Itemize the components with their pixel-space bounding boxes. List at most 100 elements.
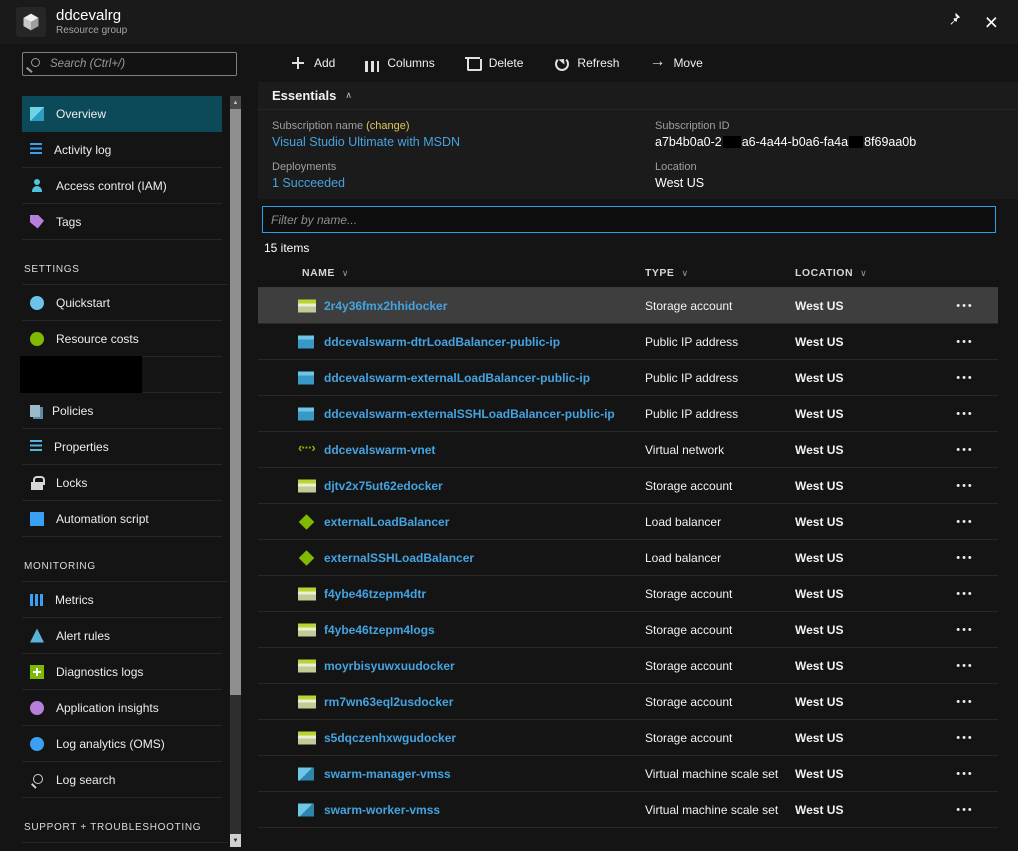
row-context-menu-button[interactable]: [948, 408, 982, 420]
column-header-type[interactable]: TYPE: [645, 267, 689, 279]
scroll-up-button[interactable]: [230, 96, 241, 109]
table-row[interactable]: rm7wn63eql2usdockerStorage accountWest U…: [258, 684, 998, 720]
subscription-id-text: a7b4b0a0-2: [655, 135, 722, 149]
row-context-menu-button[interactable]: [948, 588, 982, 600]
resource-name-link[interactable]: ddcevalswarm-dtrLoadBalancer-public-ip: [324, 335, 560, 349]
table-row[interactable]: externalLoadBalancerLoad balancerWest US: [258, 504, 998, 540]
sidebar-item-alert-rules[interactable]: Alert rules: [22, 618, 222, 654]
sidebar-item-log-analytics-oms[interactable]: Log analytics (OMS): [22, 726, 222, 762]
resource-name-link[interactable]: f4ybe46tzepm4dtr: [324, 587, 426, 601]
sidebar-item-resource-costs[interactable]: Resource costs: [22, 321, 222, 357]
location-label: Location: [655, 160, 916, 175]
sidebar-item-diagnostics-logs[interactable]: Diagnostics logs: [22, 654, 222, 690]
subscription-name-link[interactable]: Visual Studio Ultimate with MSDN: [272, 134, 460, 151]
essentials-toggle[interactable]: Essentials: [258, 82, 1018, 110]
add-button[interactable]: Add: [290, 55, 335, 71]
change-link[interactable]: (change): [366, 120, 409, 132]
table-row[interactable]: f4ybe46tzepm4logsStorage accountWest US: [258, 612, 998, 648]
search-input[interactable]: [22, 52, 237, 76]
column-header-location[interactable]: LOCATION: [795, 267, 867, 279]
table-row[interactable]: s5dqczenhxwgudockerStorage accountWest U…: [258, 720, 998, 756]
sidebar-item-tags[interactable]: Tags: [22, 204, 222, 240]
sidebar-item-automation-script[interactable]: Automation script: [22, 501, 222, 537]
sidebar-item-quickstart[interactable]: Quickstart: [22, 285, 222, 321]
row-context-menu-button[interactable]: [948, 372, 982, 384]
resource-location: West US: [795, 803, 843, 817]
row-context-menu-button[interactable]: [948, 768, 982, 780]
table-row[interactable]: ddcevalswarm-vnetVirtual networkWest US: [258, 432, 998, 468]
row-context-menu-button[interactable]: [948, 660, 982, 672]
table-row[interactable]: swarm-manager-vmssVirtual machine scale …: [258, 756, 998, 792]
table-row[interactable]: f4ybe46tzepm4dtrStorage accountWest US: [258, 576, 998, 612]
table-row[interactable]: ddcevalswarm-dtrLoadBalancer-public-ipPu…: [258, 324, 998, 360]
scroll-down-button[interactable]: [230, 834, 241, 847]
load-balancer-icon: [299, 550, 315, 566]
toolbar: Add Columns Delete Refresh Move: [258, 44, 703, 82]
sidebar-item-policies[interactable]: Policies: [22, 393, 222, 429]
resource-name-link[interactable]: externalLoadBalancer: [324, 515, 449, 529]
resource-name-link[interactable]: s5dqczenhxwgudocker: [324, 731, 456, 745]
resource-name-link[interactable]: ddcevalswarm-vnet: [324, 443, 435, 457]
resource-name-link[interactable]: moyrbisyuwxuudocker: [324, 659, 455, 673]
scrollbar-thumb[interactable]: [230, 109, 241, 695]
sidebar-item-access-control-iam[interactable]: Access control (IAM): [22, 168, 222, 204]
table-row[interactable]: externalSSHLoadBalancerLoad balancerWest…: [258, 540, 998, 576]
move-button[interactable]: Move: [649, 55, 702, 71]
resource-group-cube-icon: [16, 7, 46, 37]
sidebar-item-label: Tags: [56, 215, 81, 229]
resource-location: West US: [795, 515, 843, 529]
row-context-menu-button[interactable]: [948, 696, 982, 708]
row-context-menu-button[interactable]: [948, 624, 982, 636]
toolbar-button-label: Delete: [489, 56, 524, 70]
deployments-link[interactable]: 1 Succeeded: [272, 175, 460, 192]
table-row[interactable]: moyrbisyuwxuudockerStorage accountWest U…: [258, 648, 998, 684]
columns-button[interactable]: Columns: [365, 56, 434, 70]
row-context-menu-button[interactable]: [948, 732, 982, 744]
resource-name-link[interactable]: djtv2x75ut62edocker: [324, 479, 443, 493]
row-context-menu-button[interactable]: [948, 804, 982, 816]
page-subtitle: Resource group: [56, 25, 127, 37]
row-context-menu-button[interactable]: [948, 552, 982, 564]
column-header-name[interactable]: NAME: [302, 267, 349, 279]
redaction-box: [849, 136, 863, 148]
row-context-menu-button[interactable]: [948, 480, 982, 492]
table-row[interactable]: ddcevalswarm-externalLoadBalancer-public…: [258, 360, 998, 396]
resource-name-link[interactable]: ddcevalswarm-externalSSHLoadBalancer-pub…: [324, 407, 615, 421]
resource-name-link[interactable]: swarm-worker-vmss: [324, 803, 440, 817]
resource-location: West US: [795, 479, 843, 493]
delete-button[interactable]: Delete: [465, 55, 524, 71]
sidebar-item-activity-log[interactable]: Activity log: [22, 132, 222, 168]
table-row[interactable]: ddcevalswarm-externalSSHLoadBalancer-pub…: [258, 396, 998, 432]
resource-name-link[interactable]: ddcevalswarm-externalLoadBalancer-public…: [324, 371, 590, 385]
subscription-name-group: Subscription name(change) Visual Studio …: [272, 119, 460, 151]
sidebar-item-overview[interactable]: Overview: [22, 96, 222, 132]
chevron-down-icon: [860, 268, 867, 278]
sidebar-item-application-insights[interactable]: Application insights: [22, 690, 222, 726]
subscription-id-value: a7b4b0a0-2a6-4a44-b0a6-fa4a8f69aa0b: [655, 134, 916, 151]
table-row[interactable]: swarm-worker-vmssVirtual machine scale s…: [258, 792, 998, 828]
resource-name-link[interactable]: externalSSHLoadBalancer: [324, 551, 474, 565]
sidebar-item-log-search[interactable]: Log search: [22, 762, 222, 798]
row-context-menu-button[interactable]: [948, 516, 982, 528]
row-context-menu-button[interactable]: [948, 300, 982, 312]
sidebar-search: [22, 52, 237, 76]
resource-name-link[interactable]: rm7wn63eql2usdocker: [324, 695, 453, 709]
resource-name-link[interactable]: 2r4y36fmx2hhidocker: [324, 299, 447, 313]
row-context-menu-button[interactable]: [948, 336, 982, 348]
sidebar-item-locks[interactable]: Locks: [22, 465, 222, 501]
filter-input[interactable]: [262, 206, 996, 233]
pin-icon[interactable]: [946, 12, 961, 32]
row-context-menu-button[interactable]: [948, 444, 982, 456]
sidebar-item-redacted[interactable]: [22, 357, 222, 393]
sidebar-scrollbar: [230, 96, 241, 847]
table-row[interactable]: 2r4y36fmx2hhidockerStorage accountWest U…: [258, 288, 998, 324]
resource-name-link[interactable]: swarm-manager-vmss: [324, 767, 451, 781]
resource-name-link[interactable]: f4ybe46tzepm4logs: [324, 623, 435, 637]
close-icon[interactable]: [985, 15, 998, 29]
resource-location: West US: [795, 443, 843, 457]
refresh-button[interactable]: Refresh: [553, 55, 619, 71]
sidebar-item-properties[interactable]: Properties: [22, 429, 222, 465]
table-row[interactable]: djtv2x75ut62edockerStorage accountWest U…: [258, 468, 998, 504]
column-header-label: TYPE: [645, 267, 674, 279]
sidebar-item-metrics[interactable]: Metrics: [22, 582, 222, 618]
